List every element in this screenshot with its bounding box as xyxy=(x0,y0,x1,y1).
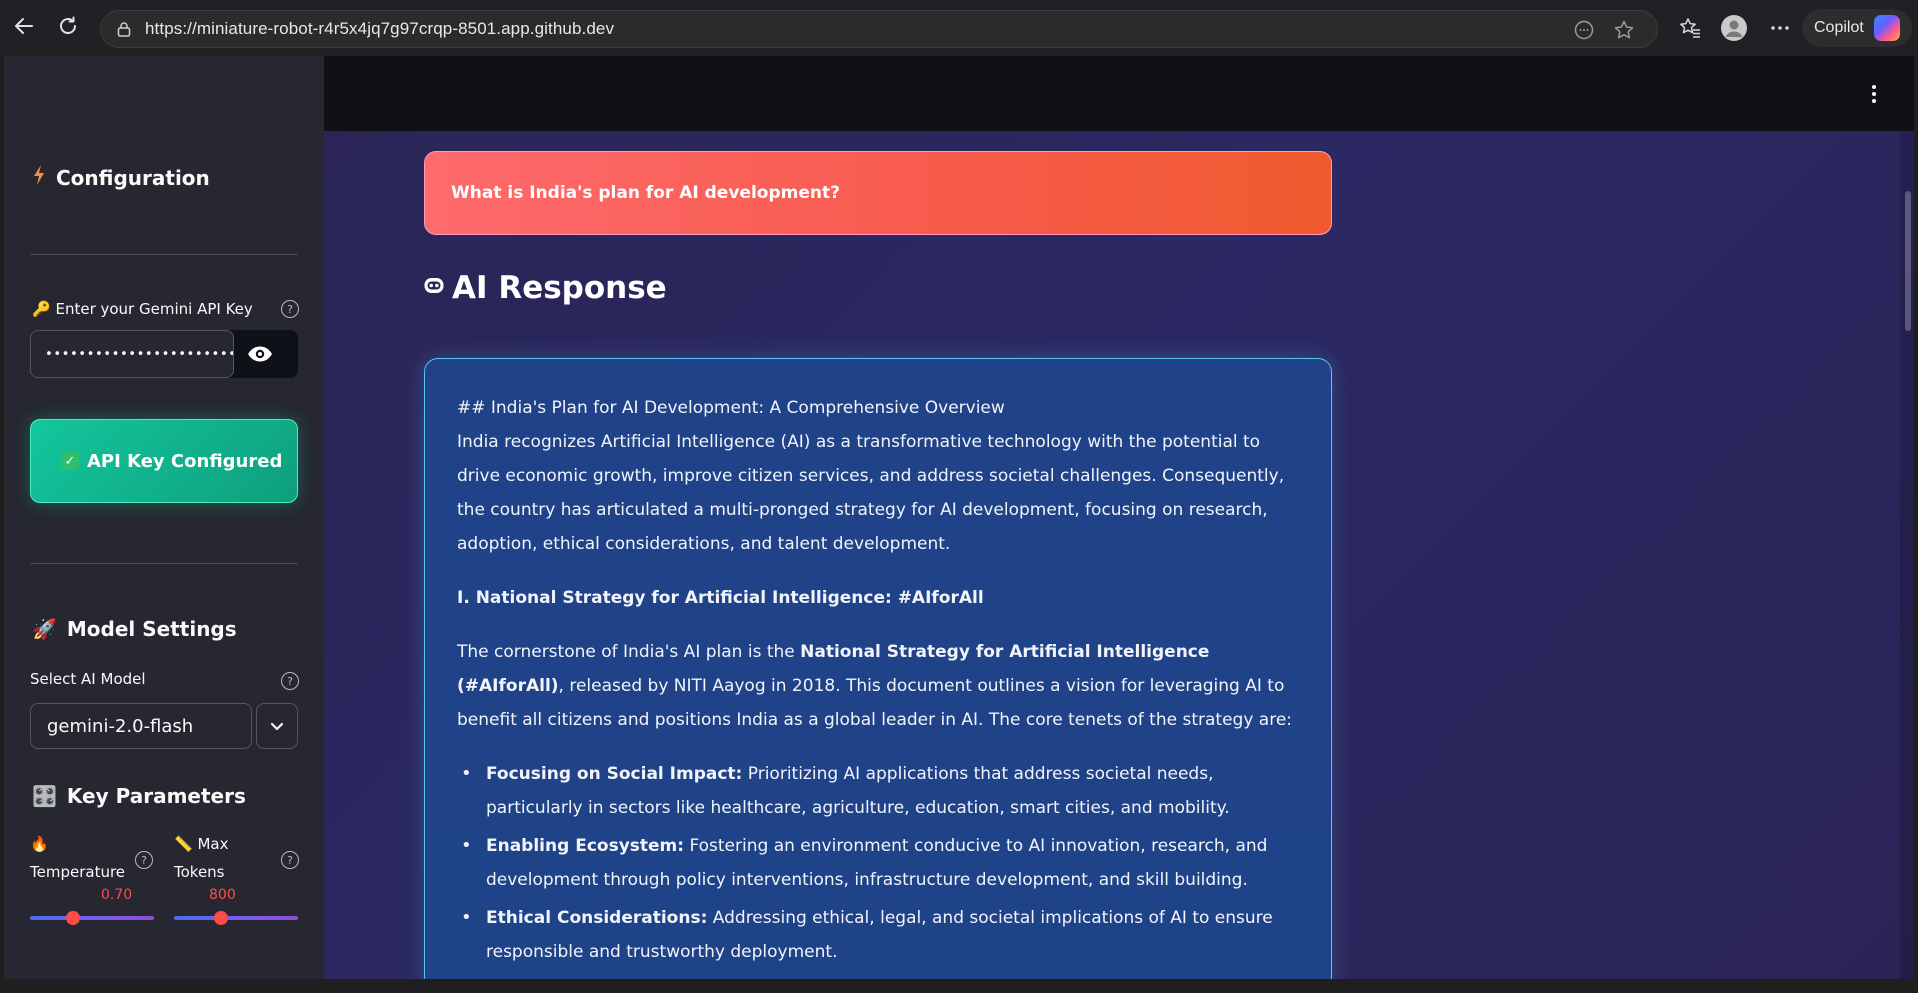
max-tokens-help-icon[interactable]: ? xyxy=(281,851,299,869)
url-text[interactable]: https://miniature-robot-r4r5x4jq7g97crqp… xyxy=(145,19,614,39)
model-select[interactable]: gemini-2.0-flash xyxy=(30,703,252,749)
favorites-icon[interactable] xyxy=(1674,12,1706,44)
streamlit-app: Configuration 🔑 Enter your Gemini API Ke… xyxy=(4,56,1914,979)
model-settings-heading: 🚀 Model Settings xyxy=(32,617,237,641)
favorite-star-icon[interactable] xyxy=(1613,19,1635,41)
temperature-help-icon[interactable]: ? xyxy=(135,851,153,869)
robot-icon xyxy=(422,270,446,306)
reload-icon xyxy=(57,15,79,41)
profile-avatar-icon[interactable] xyxy=(1718,12,1750,44)
response-heading-line: ## India's Plan for AI Development: A Co… xyxy=(457,398,1005,418)
api-key-status-success: ✓ API Key Configured xyxy=(30,419,298,503)
sidebar: Configuration 🔑 Enter your Gemini API Ke… xyxy=(4,56,324,979)
temperature-slider-thumb[interactable] xyxy=(66,911,81,925)
app-header xyxy=(324,56,1914,131)
temperature-slider-track[interactable] xyxy=(30,916,154,920)
main-content: What is India's plan for AI development?… xyxy=(324,56,1914,979)
api-key-label: 🔑 Enter your Gemini API Key xyxy=(32,300,253,318)
chevron-down-icon xyxy=(270,717,284,736)
copilot-icon xyxy=(1873,15,1900,41)
max-tokens-slider-thumb[interactable] xyxy=(214,911,229,925)
configuration-heading: Configuration xyxy=(32,164,210,191)
arrow-left-icon xyxy=(13,15,35,41)
response-bullet-list: Focusing on Social Impact: Prioritizing … xyxy=(457,757,1299,969)
api-key-input-group: •••••••••••••••••••••••••••••••• xyxy=(30,330,298,378)
response-intro: India recognizes Artificial Intelligence… xyxy=(457,432,1285,554)
reader-mode-icon[interactable] xyxy=(1573,19,1595,41)
temperature-value: 0.70 xyxy=(101,887,133,903)
temperature-label: 🔥 Temperature xyxy=(30,835,126,881)
select-model-label: Select AI Model xyxy=(30,670,146,688)
key-icon: 🔑 xyxy=(32,300,51,318)
question-text: What is India's plan for AI development? xyxy=(451,183,840,203)
list-item: Enabling Ecosystem: Fostering an environ… xyxy=(457,829,1299,897)
user-question-box: What is India's plan for AI development? xyxy=(424,151,1332,235)
lightning-icon xyxy=(32,164,46,191)
ai-response-card: ## India's Plan for AI Development: A Co… xyxy=(424,358,1332,979)
divider xyxy=(30,254,298,255)
max-tokens-slider-track[interactable] xyxy=(174,916,298,920)
api-key-help-icon[interactable]: ? xyxy=(281,300,299,318)
api-key-input[interactable]: •••••••••••••••••••••••••••••••• xyxy=(30,330,234,378)
rocket-icon: 🚀 xyxy=(32,617,57,641)
model-help-icon[interactable]: ? xyxy=(281,672,299,690)
max-tokens-label: 📏 Max Tokens xyxy=(174,835,229,881)
response-paragraph: The cornerstone of India's AI plan is th… xyxy=(457,642,1293,730)
address-bar[interactable]: https://miniature-robot-r4r5x4jq7g97crqp… xyxy=(100,10,1658,48)
divider xyxy=(30,563,298,564)
more-menu-icon[interactable] xyxy=(1764,12,1796,44)
copilot-button[interactable]: Copilot xyxy=(1802,9,1912,47)
copilot-label: Copilot xyxy=(1814,19,1864,36)
site-info-icon[interactable] xyxy=(115,20,133,38)
main-scrollbar-thumb[interactable] xyxy=(1905,191,1911,331)
ai-response-heading: AI Response xyxy=(422,270,667,306)
max-tokens-value: 800 xyxy=(209,887,236,903)
list-item: Focusing on Social Impact: Prioritizing … xyxy=(457,757,1299,825)
model-dropdown-button[interactable] xyxy=(256,703,298,749)
reload-button[interactable] xyxy=(48,8,88,48)
browser-toolbar: https://miniature-robot-r4r5x4jq7g97crqp… xyxy=(0,0,1918,56)
list-item: Ethical Considerations: Addressing ethic… xyxy=(457,901,1299,969)
response-section-title: I. National Strategy for Artificial Inte… xyxy=(457,588,984,608)
back-button[interactable] xyxy=(4,8,44,48)
key-parameters-heading: 🎛️ Key Parameters xyxy=(32,784,246,808)
show-password-eye-icon[interactable] xyxy=(246,342,274,366)
control-knobs-icon: 🎛️ xyxy=(32,784,57,808)
check-mark-icon: ✓ xyxy=(61,452,79,470)
main-menu-kebab-icon[interactable] xyxy=(1864,84,1884,104)
